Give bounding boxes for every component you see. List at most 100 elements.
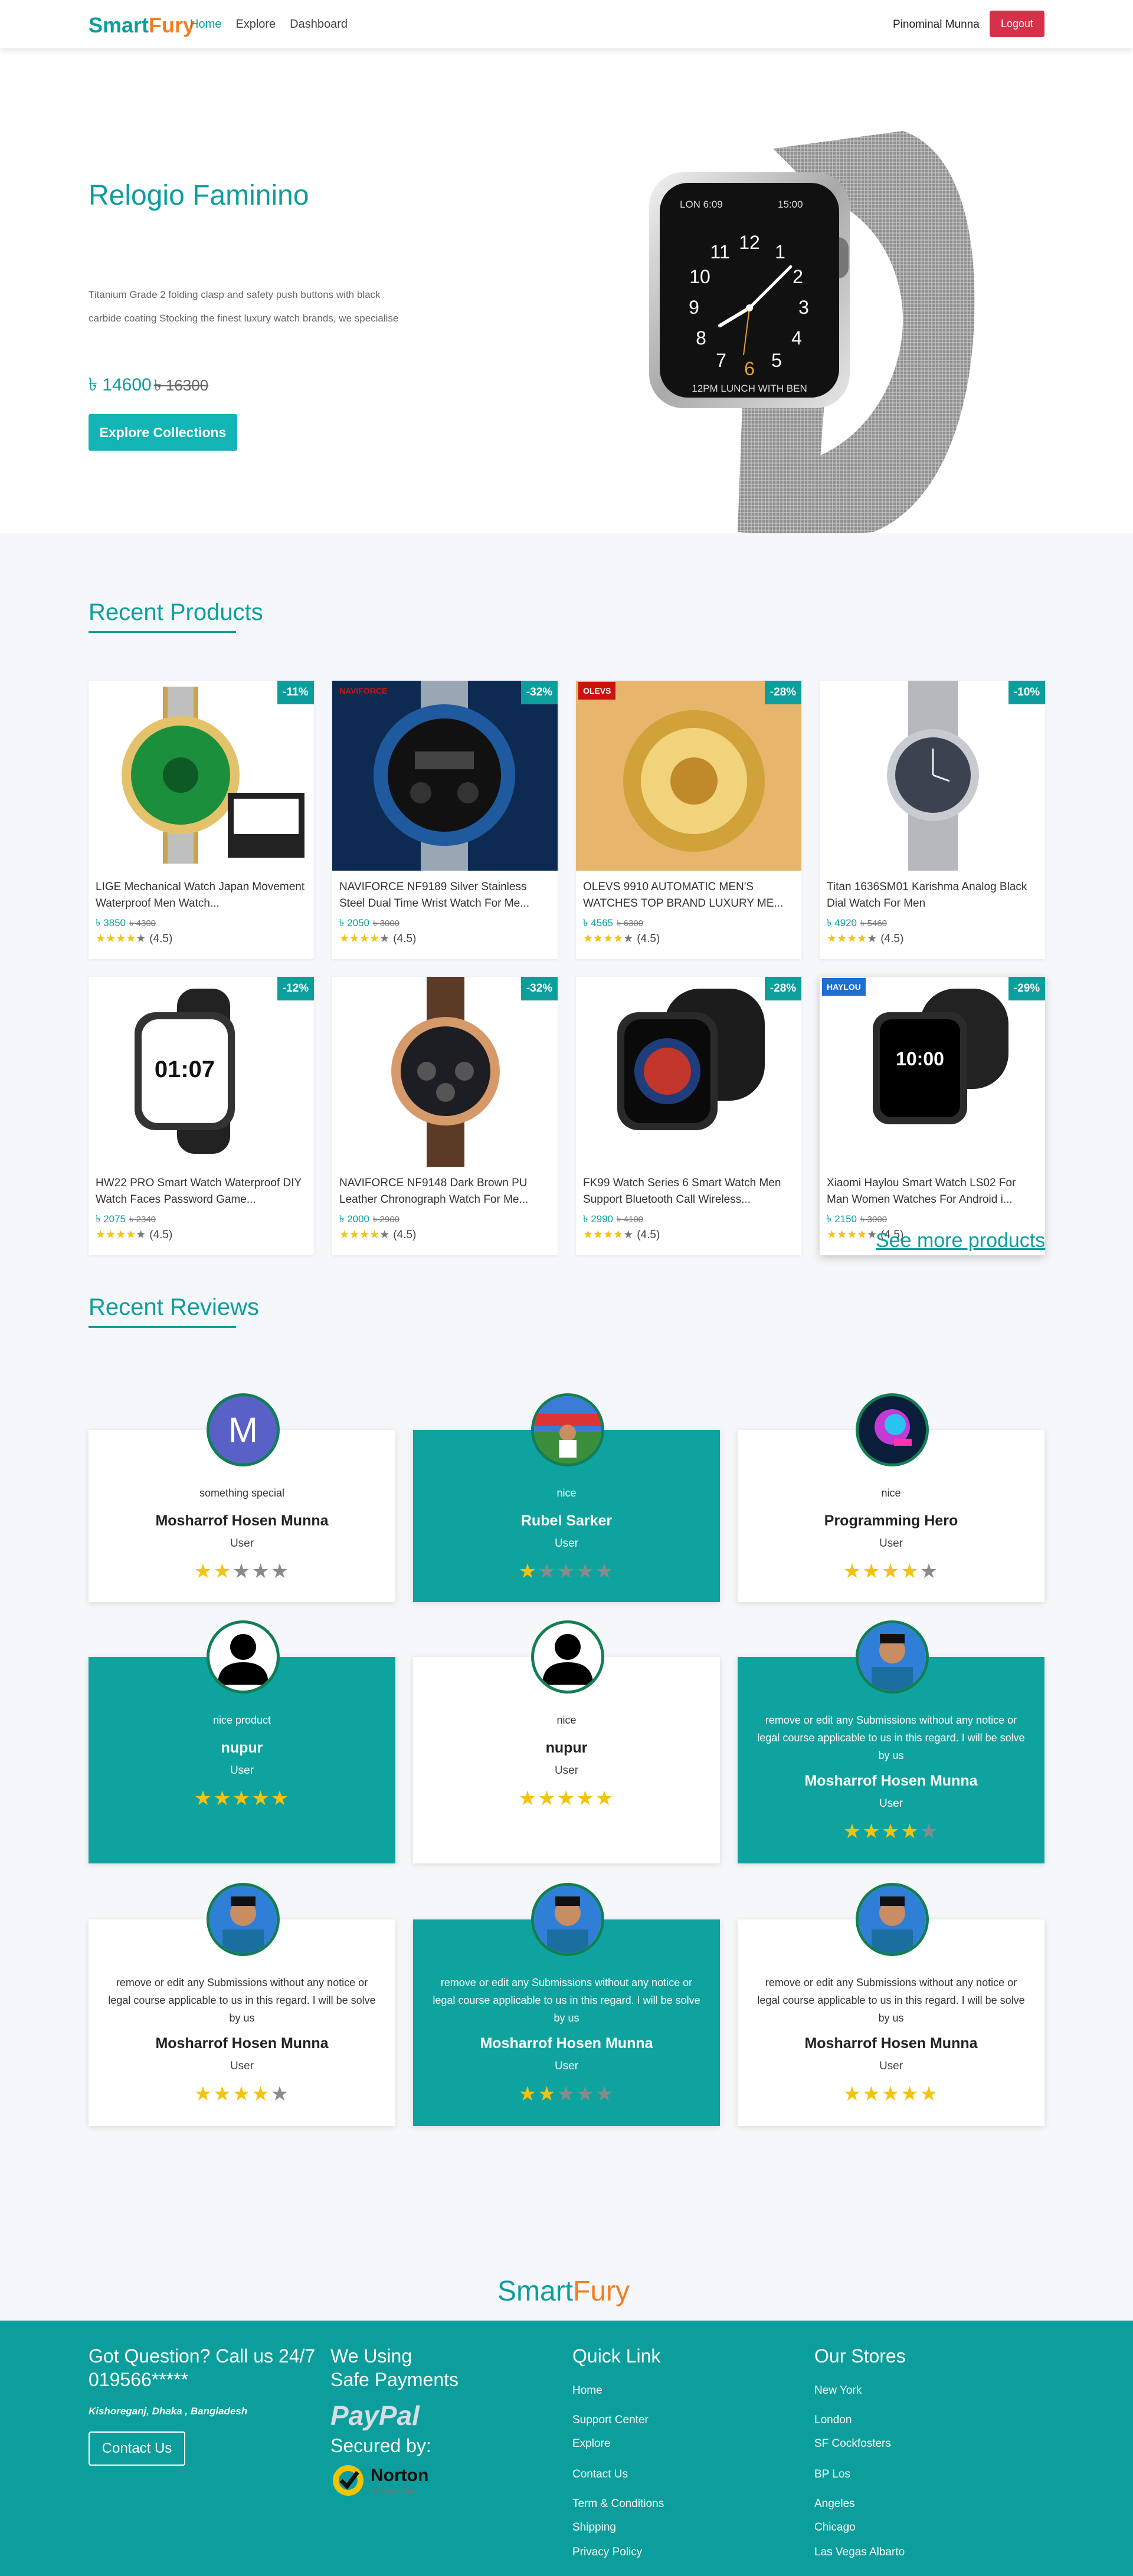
footer-link-support-center[interactable]: Support Center	[572, 2414, 649, 2427]
svg-text:5: 5	[771, 350, 782, 371]
product-card[interactable]: -10% Titan 1636SM01 Karishma Analog Blac…	[820, 681, 1045, 959]
review-comment: remove or edit any Submissions without a…	[433, 1977, 700, 2024]
avatar-photo	[859, 1886, 926, 1953]
review-card: remove or edit any Submissions without a…	[413, 1883, 720, 2126]
store-las-vegas-albarto[interactable]: Las Vegas Albarto	[814, 2546, 905, 2559]
footer-link-explore[interactable]: Explore	[572, 2437, 610, 2450]
discount-badge: -12%	[277, 977, 314, 1000]
rating-value: (4.5)	[393, 933, 417, 945]
old-price: ৳ 2900	[373, 1215, 400, 1225]
brand-tag: NAVIFORCE	[339, 686, 388, 695]
paypal-logo: PayPal	[330, 2400, 420, 2431]
product-name[interactable]: OLEVS 9910 AUTOMATIC MEN'S WATCHES TOP B…	[583, 879, 795, 912]
nav-links: Home Explore Dashboard	[190, 18, 348, 31]
our-stores-title: Our Stores	[814, 2345, 906, 2367]
current-price: ৳ 2075	[96, 1213, 126, 1225]
nav-link-dashboard[interactable]: Dashboard	[290, 18, 348, 31]
footer-link-shipping[interactable]: Shipping	[572, 2521, 616, 2534]
logout-button[interactable]: Logout	[990, 11, 1044, 37]
svg-text:8: 8	[696, 327, 706, 349]
product-image-lige	[122, 687, 304, 864]
product-card[interactable]: 10:00 HAYLOU -29% Xiaomi Haylou Smart Wa…	[820, 977, 1045, 1255]
nav-link-home[interactable]: Home	[190, 18, 221, 31]
store-sf-cockfosters[interactable]: SF Cockfosters	[814, 2437, 891, 2450]
footer-link-terms[interactable]: Term & Conditions	[572, 2498, 664, 2511]
product-name[interactable]: NAVIFORCE NF9148 Dark Brown PU Leather C…	[339, 1175, 552, 1208]
review-stars: ★★★★★	[518, 1787, 615, 1810]
product-image	[332, 681, 558, 871]
review-stars: ★★★★★	[518, 1560, 615, 1583]
svg-text:2: 2	[793, 266, 803, 287]
reviewer-avatar	[531, 1620, 604, 1694]
explore-collections-button[interactable]: Explore Collections	[89, 414, 237, 451]
recent-reviews-title: Recent Reviews	[89, 1294, 260, 1328]
discount-badge: -10%	[1008, 681, 1045, 704]
reviewer-avatar	[531, 1393, 604, 1466]
nav-link-explore[interactable]: Explore	[235, 18, 276, 31]
product-price: ৳ 2075 ৳ 2340	[96, 1212, 156, 1228]
product-name[interactable]: Titan 1636SM01 Karishma Analog Black Dia…	[827, 879, 1039, 912]
avatar-photo	[209, 1886, 277, 1953]
footer-link-home[interactable]: Home	[572, 2384, 602, 2397]
old-price: ৳ 2340	[129, 1215, 156, 1225]
norton-subtext: by Symantec	[371, 2486, 418, 2495]
product-card[interactable]: -28% FK99 Watch Series 6 Smart Watch Men…	[576, 977, 801, 1255]
product-card[interactable]: OLEVS -28% OLEVS 9910 AUTOMATIC MEN'S WA…	[576, 681, 801, 959]
see-more-products-link[interactable]: See more products	[876, 1229, 1045, 1252]
discount-badge: -29%	[1008, 977, 1045, 1000]
product-name[interactable]: LIGE Mechanical Watch Japan Movement Wat…	[96, 879, 308, 912]
product-name[interactable]: FK99 Watch Series 6 Smart Watch Men Supp…	[583, 1175, 795, 1208]
product-card[interactable]: NAVIFORCE -32% NAVIFORCE NF9189 Silver S…	[332, 681, 558, 959]
product-card[interactable]: 01:07 -12% HW22 PRO Smart Watch Waterpro…	[89, 977, 314, 1255]
footer-link-privacy-policy[interactable]: Privacy Policy	[572, 2546, 642, 2559]
product-name[interactable]: Xiaomi Haylou Smart Watch LS02 For Man W…	[827, 1175, 1039, 1208]
brand-logo[interactable]: SmartFury	[89, 13, 195, 38]
reviewer-name: Rubel Sarker	[520, 1512, 613, 1529]
recent-products-title: Recent Products	[89, 599, 263, 633]
brand-tag: HAYLOU	[822, 978, 866, 996]
review-stars: ★★★★★	[194, 1787, 290, 1810]
footer-brand-logo[interactable]: SmartFury	[497, 2275, 630, 2308]
review-stars: ★★★★★	[194, 1560, 290, 1583]
norton-text: Norton	[371, 2466, 429, 2485]
rating-value: (4.5)	[637, 1229, 660, 1241]
product-card[interactable]: -32% NAVIFORCE NF9148 Dark Brown PU Leat…	[332, 977, 558, 1255]
store-new-york[interactable]: New York	[814, 2384, 862, 2397]
review-comment: nice	[556, 1714, 577, 1726]
product-rating: ★★★★★ (4.5)	[96, 1229, 173, 1241]
discount-badge: -11%	[277, 681, 314, 704]
hero-title: Relogio Faminino	[89, 180, 309, 211]
reviewer-name: Mosharrof Hosen Munna	[804, 1773, 978, 1789]
footer-stores: Our Stores New York London SF Cockfoster…	[814, 2344, 991, 2574]
footer-quick-links: Quick Link Home Support Center Explore C…	[572, 2344, 749, 2574]
hero-price: ৳ 14600 ৳ 16300	[89, 370, 208, 401]
hero-description: Titanium Grade 2 folding clasp and safet…	[89, 289, 399, 324]
store-london[interactable]: London	[814, 2414, 852, 2427]
footer-link-contact-us[interactable]: Contact Us	[572, 2468, 628, 2481]
store-chicago[interactable]: Chicago	[814, 2521, 856, 2534]
contact-us-button[interactable]: Contact Us	[89, 2431, 185, 2466]
user-silhouette-icon	[218, 1634, 268, 1685]
product-card[interactable]: -11% LIGE Mechanical Watch Japan Movemen…	[89, 681, 314, 959]
review-card: remove or edit any Submissions without a…	[89, 1883, 395, 2126]
svg-text:1: 1	[775, 241, 785, 262]
footer-brand-strip: SmartFury	[0, 2200, 1133, 2321]
hero-watch-image: LON 6:09 15:00 12 12 345 678 91011 12PM L…	[649, 131, 975, 538]
product-price: ৳ 3850 ৳ 4300	[96, 915, 156, 932]
product-rating: ★★★★★ (4.5)	[827, 933, 904, 945]
review-card: nice Programming Hero User ★★★★★	[738, 1393, 1044, 1602]
reviewer-role: User	[879, 1797, 903, 1810]
svg-text:10:00: 10:00	[896, 1048, 944, 1069]
product-name[interactable]: HW22 PRO Smart Watch Waterproof DIY Watc…	[96, 1175, 308, 1208]
svg-text:11: 11	[710, 241, 729, 262]
reviewer-name: Mosharrof Hosen Munna	[155, 2035, 329, 2052]
product-price: ৳ 4920 ৳ 5460	[827, 915, 887, 932]
store-bp-los[interactable]: BP Los	[814, 2468, 850, 2481]
avatar-letter: M	[228, 1410, 258, 1450]
footer: Got Question? Call us 24/7 019566***** K…	[0, 2321, 1133, 2576]
watch-date: LON 6:09	[680, 199, 723, 210]
footer-contact-column: Got Question? Call us 24/7 019566***** K…	[89, 2344, 315, 2466]
review-comment: nice	[556, 1487, 577, 1499]
store-angeles[interactable]: Angeles	[814, 2498, 855, 2511]
product-name[interactable]: NAVIFORCE NF9189 Silver Stainless Steel …	[339, 879, 552, 912]
